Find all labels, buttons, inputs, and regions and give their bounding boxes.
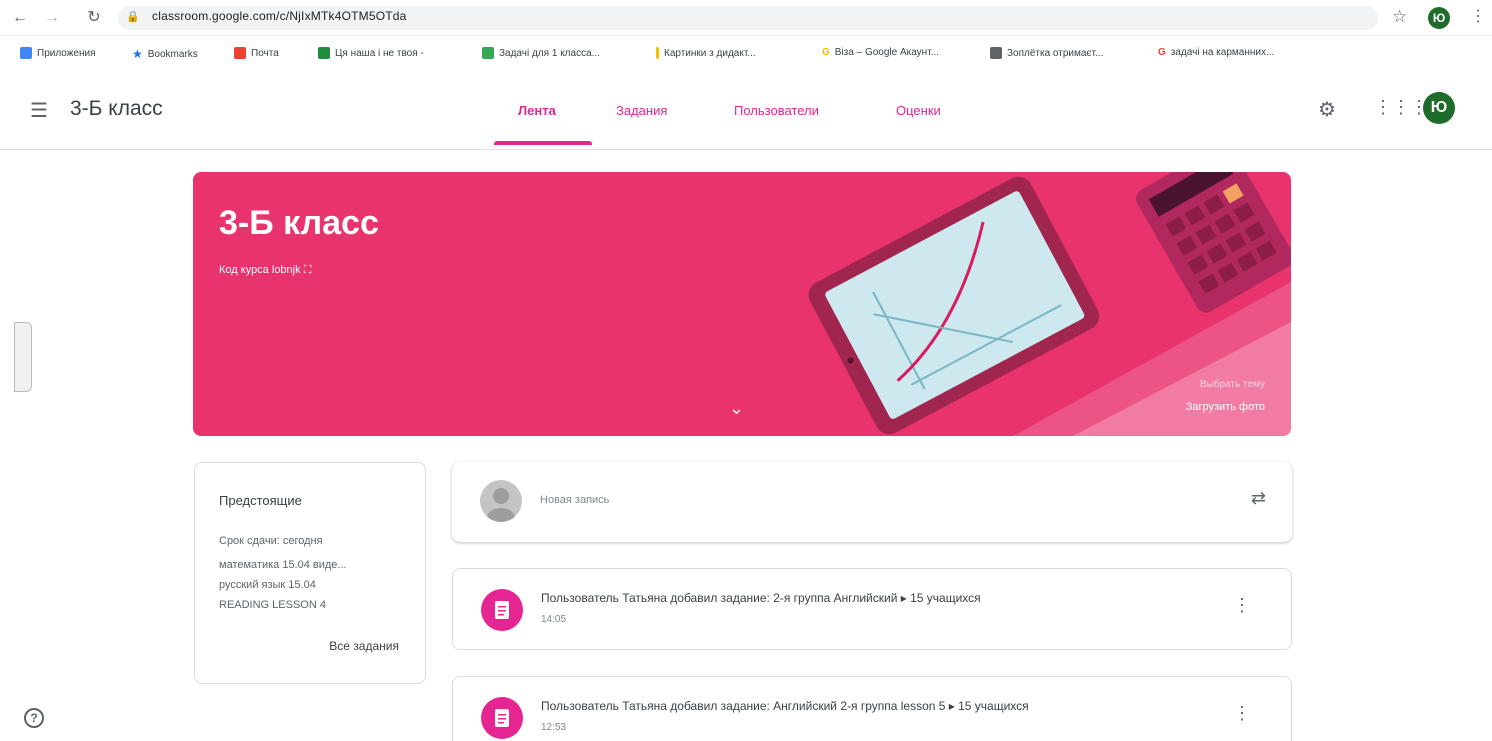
- mail-icon: [234, 47, 246, 59]
- course-code-value: lobnjk: [271, 264, 301, 276]
- folder-icon: [656, 47, 659, 59]
- bookmark-mail[interactable]: Почта: [234, 47, 279, 59]
- assignment-icon: [481, 697, 523, 739]
- tab-classwork[interactable]: Задания: [616, 103, 667, 118]
- bookmark-8[interactable]: Gзадачі на карманних...: [1158, 47, 1274, 58]
- lock-icon: 🔒: [126, 11, 140, 23]
- banner-title: 3-Б класс: [219, 204, 379, 242]
- google-icon: G: [1158, 47, 1166, 58]
- active-tab-indicator: [494, 141, 592, 145]
- stream-item[interactable]: Пользователь Татьяна добавил задание: 2-…: [452, 568, 1292, 650]
- chevron-down-icon[interactable]: ⌄: [729, 398, 744, 419]
- url-text[interactable]: classroom.google.com/c/NjIxMTk4OTM5OTda: [152, 9, 407, 23]
- course-code-label: Код курса: [219, 264, 269, 276]
- account-avatar[interactable]: Ю: [1423, 92, 1455, 124]
- class-banner: 3-Б класс Код курса lobnjk ⛶ ⌄ Выбрать т…: [193, 172, 1291, 436]
- new-post-box[interactable]: Новая запись ⇄: [452, 462, 1292, 542]
- sheets-icon: [482, 47, 494, 59]
- upload-photo-link[interactable]: Загрузить фото: [1186, 401, 1265, 413]
- stream-item-time: 14:05: [541, 614, 567, 625]
- help-icon[interactable]: ?: [24, 708, 44, 728]
- upcoming-item[interactable]: русский язык 15.04: [219, 579, 316, 591]
- reuse-post-icon[interactable]: ⇄: [1251, 488, 1266, 509]
- bookmark-6[interactable]: G Віза – Google Акаунт...: [822, 47, 939, 58]
- tab-stream[interactable]: Лента: [518, 103, 556, 118]
- side-panel-handle[interactable]: [14, 322, 32, 392]
- bookmark-4[interactable]: Задачі для 1 класса...: [482, 47, 600, 59]
- settings-gear-icon[interactable]: ⚙: [1318, 97, 1336, 122]
- upcoming-due-label: Срок сдачи: сегодня: [219, 535, 323, 547]
- user-avatar: [480, 480, 522, 522]
- stream-item-text[interactable]: Пользователь Татьяна добавил задание: Ан…: [541, 699, 1029, 713]
- new-post-placeholder[interactable]: Новая запись: [540, 494, 609, 506]
- more-options-icon[interactable]: ⋮: [1233, 595, 1251, 616]
- bookmark-star-icon[interactable]: ☆: [1392, 7, 1407, 27]
- bookmark-5[interactable]: Картинки з дидакт...: [656, 47, 756, 59]
- select-theme-link[interactable]: Выбрать тему: [1200, 379, 1265, 390]
- stream-item[interactable]: Пользователь Татьяна добавил задание: Ан…: [452, 676, 1292, 741]
- stream-item-time: 12:53: [541, 722, 567, 733]
- stream-item-text[interactable]: Пользователь Татьяна добавил задание: 2-…: [541, 591, 981, 605]
- browser-profile-avatar[interactable]: Ю: [1428, 7, 1450, 29]
- back-icon[interactable]: ←: [10, 8, 30, 28]
- bookmark-bookmarks[interactable]: ★ Bookmarks: [132, 47, 198, 61]
- doc-icon: [990, 47, 1002, 59]
- hamburger-menu-icon[interactable]: ☰: [30, 98, 48, 123]
- fullscreen-icon[interactable]: ⛶: [304, 264, 312, 276]
- assignment-icon: [481, 589, 523, 631]
- class-title[interactable]: 3-Б класс: [70, 97, 163, 121]
- browser-menu-icon[interactable]: ⋮: [1470, 6, 1486, 26]
- bookmark-3[interactable]: Ця наша і не твоя -: [318, 47, 424, 59]
- apps-grid-icon[interactable]: ⋮⋮⋮: [1374, 97, 1428, 118]
- upcoming-item[interactable]: READING LESSON 4: [219, 599, 326, 611]
- more-options-icon[interactable]: ⋮: [1233, 703, 1251, 724]
- site-icon: [318, 47, 330, 59]
- upcoming-card: Предстоящие Срок сдачи: сегодня математи…: [194, 462, 426, 684]
- forward-icon[interactable]: →: [42, 8, 62, 28]
- tab-people[interactable]: Пользователи: [734, 103, 819, 118]
- google-icon: G: [822, 47, 830, 58]
- reload-icon[interactable]: ↻: [84, 8, 104, 28]
- bookmark-7[interactable]: Зоплётка отримаєт...: [990, 47, 1103, 59]
- star-icon: ★: [132, 47, 143, 61]
- apps-grid-icon: [20, 47, 32, 59]
- view-all-tasks-link[interactable]: Все задания: [329, 639, 399, 653]
- bookmark-apps[interactable]: Приложения: [20, 47, 96, 59]
- upcoming-item[interactable]: математика 15.04 виде...: [219, 559, 347, 571]
- upcoming-title: Предстоящие: [219, 493, 302, 508]
- tab-grades[interactable]: Оценки: [896, 103, 941, 118]
- course-code: Код курса lobnjk ⛶: [219, 264, 311, 277]
